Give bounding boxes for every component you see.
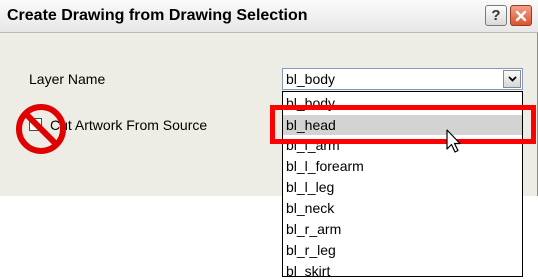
list-item[interactable]: bl_l_forearm xyxy=(283,156,522,176)
help-button[interactable]: ? xyxy=(485,5,507,26)
dialog-title: Create Drawing from Drawing Selection xyxy=(7,7,308,24)
mouse-pointer-icon xyxy=(446,129,461,153)
close-icon xyxy=(515,10,527,21)
cut-artwork-label: Cut Artwork From Source xyxy=(50,117,208,133)
list-item[interactable]: bl_r_arm xyxy=(283,219,522,239)
title-bar[interactable]: Create Drawing from Drawing Selection ? xyxy=(0,0,538,33)
list-item[interactable]: bl_r_leg xyxy=(283,240,522,260)
list-item[interactable]: bl_neck xyxy=(283,198,522,218)
list-item[interactable]: bl_l_leg xyxy=(283,177,522,197)
highlight-annotation xyxy=(270,105,536,144)
prohibition-icon xyxy=(16,104,66,154)
layer-name-combobox[interactable]: bl_body xyxy=(282,68,523,90)
layer-name-value: bl_body xyxy=(286,71,336,87)
dropdown-arrow-button[interactable] xyxy=(503,70,521,88)
list-item[interactable]: bl_skirt xyxy=(283,261,522,276)
close-button[interactable] xyxy=(510,5,532,26)
layer-name-label: Layer Name xyxy=(29,71,106,87)
chevron-down-icon xyxy=(507,76,517,82)
